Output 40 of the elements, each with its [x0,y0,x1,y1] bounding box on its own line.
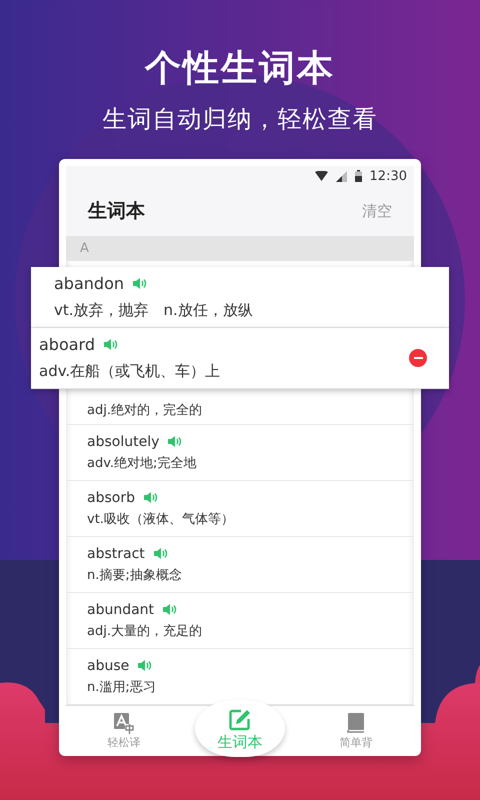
definition: adv.在船（或飞机、车）上 [39,362,222,381]
definition: adj.大量的，充足的 [87,622,203,640]
translate-icon [113,712,135,734]
word-card[interactable]: aboard adv.在船（或飞机、车）上 [31,328,449,389]
word-card[interactable]: abandon vt.放弃，抛弃 n.放任，放纵 [31,267,449,328]
headline: 个性生词本 [145,47,335,91]
status-time: 12:30 [370,168,407,184]
word-row[interactable]: absorb vt.吸收（液体、气体等） [66,481,414,537]
definition: vt.吸收（液体、气体等） [87,510,235,528]
delete-button[interactable] [409,349,427,367]
definition: n.滥用;恶习 [87,678,157,696]
word-row[interactable]: abstract n.摘要;抽象概念 [66,537,414,593]
speaker-icon[interactable] [167,435,182,448]
edit-icon [228,708,252,732]
word-row[interactable]: abundant adj.大量的，充足的 [66,593,414,649]
word: abuse [87,658,130,674]
battery-icon [354,170,362,182]
screen-title: 生词本 [88,199,145,224]
speaker-icon[interactable] [103,338,118,351]
signal-icon [336,170,347,182]
wifi-icon [314,171,328,181]
speaker-icon[interactable] [162,603,178,616]
speaker-icon[interactable] [132,277,147,290]
word: absorb [87,490,135,506]
speaker-icon[interactable] [142,491,158,504]
book-icon [345,712,367,734]
word: absolutely [87,434,160,450]
definition: vt.放弃，抛弃 n.放任，放纵 [54,301,254,320]
word: abstract [87,546,145,562]
word: abandon [54,274,124,293]
word: abundant [87,602,154,618]
word: aboard [39,335,96,354]
definition: adv.绝对地;完全地 [87,454,198,472]
speaker-icon[interactable] [137,659,152,672]
word-row[interactable]: absolutely adv.绝对地;完全地 [66,425,414,481]
section-letter: A [80,241,89,256]
definition: n.摘要;抽象概念 [87,566,183,584]
definition: adj.绝对的，完全的 [87,402,203,419]
subheadline: 生词自动归纳，轻松查看 [102,104,378,135]
speaker-icon[interactable] [152,547,168,560]
